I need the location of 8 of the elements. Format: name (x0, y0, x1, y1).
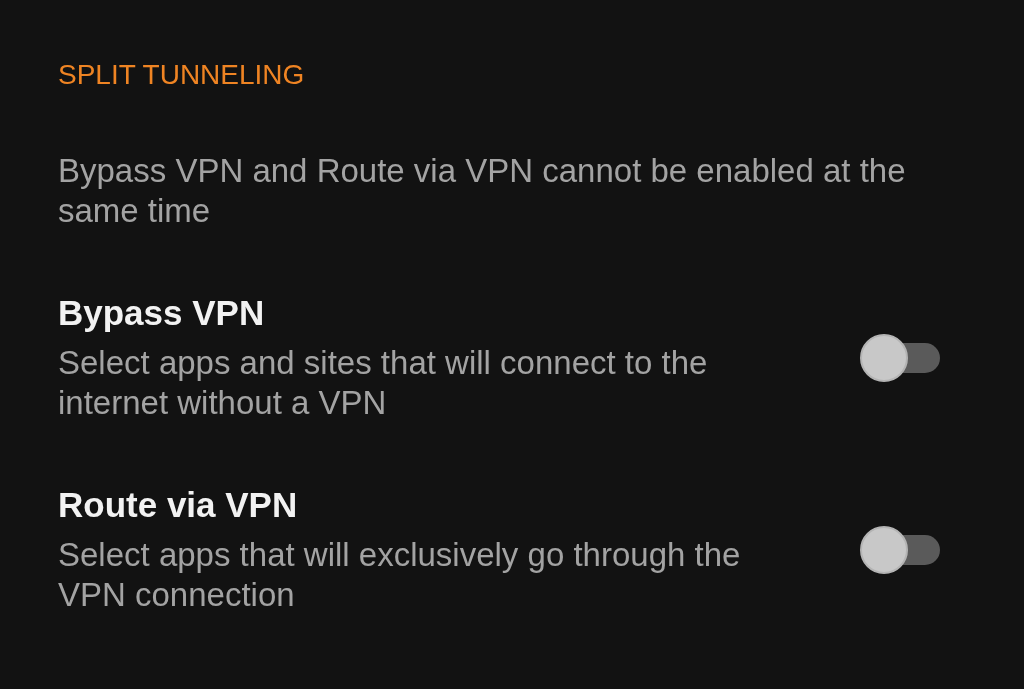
setting-title: Route via VPN (58, 485, 298, 525)
section-note: Bypass VPN and Route via VPN cannot be enabled at the same time (58, 151, 907, 231)
setting-description: Select apps that will exclusively go through the VPN connection (58, 535, 742, 615)
setting-title: Bypass VPN (58, 293, 265, 333)
toggle-switch[interactable] (860, 526, 940, 574)
setting-description: Select apps and sites that will connect to the internet without a VPN (58, 343, 709, 423)
toggle-switch[interactable] (860, 334, 940, 382)
section-header: SPLIT TUNNELING (58, 58, 305, 92)
